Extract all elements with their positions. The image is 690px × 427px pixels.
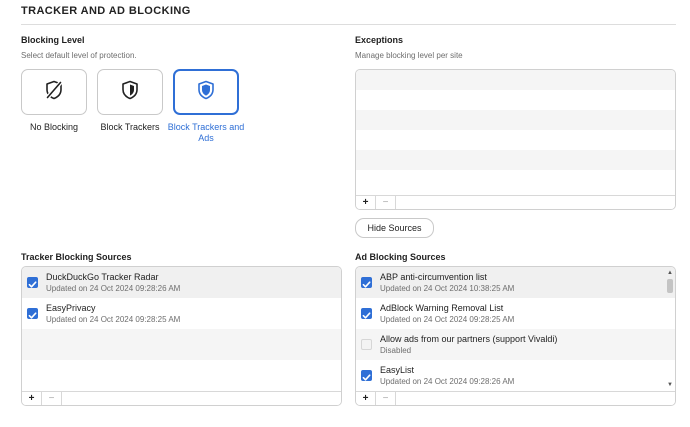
section-title: TRACKER AND AD BLOCKING [21, 5, 191, 17]
ad-sources-toolbar: + − [356, 391, 675, 405]
source-updated: Updated on 24 Oct 2024 09:28:25 AM [46, 315, 181, 324]
tracker-sources-heading: Tracker Blocking Sources [21, 252, 132, 262]
block-trackers-and-ads-label: Block Trackers and Ads [167, 122, 245, 143]
add-ad-source-button[interactable]: + [356, 392, 376, 405]
blocking-level-heading: Blocking Level [21, 35, 85, 45]
source-name: Allow ads from our partners (support Viv… [380, 334, 558, 344]
hide-sources-button[interactable]: Hide Sources [355, 218, 434, 238]
checkbox[interactable] [361, 308, 372, 319]
source-name: ABP anti-circumvention list [380, 272, 487, 282]
source-updated: Updated on 24 Oct 2024 09:28:26 AM [380, 377, 515, 386]
shield-off-icon [45, 80, 63, 105]
exceptions-subtitle: Manage blocking level per site [355, 51, 463, 60]
tracker-sources-list[interactable]: DuckDuckGo Tracker Radar Updated on 24 O… [21, 266, 342, 406]
exceptions-empty-row [356, 70, 675, 90]
blocking-level-subtitle: Select default level of protection. [21, 51, 137, 60]
ad-sources-list[interactable]: ABP anti-circumvention list Updated on 2… [355, 266, 676, 406]
exceptions-heading: Exceptions [355, 35, 404, 45]
no-blocking-option[interactable] [21, 69, 87, 115]
ad-sources-heading: Ad Blocking Sources [355, 252, 446, 262]
list-item[interactable]: EasyPrivacy Updated on 24 Oct 2024 09:28… [22, 298, 341, 329]
block-trackers-option[interactable] [97, 69, 163, 115]
remove-exception-button[interactable]: − [376, 196, 396, 209]
source-updated: Disabled [380, 346, 412, 355]
exceptions-list[interactable]: + − [355, 69, 676, 210]
shield-half-icon [121, 80, 139, 105]
source-name: DuckDuckGo Tracker Radar [46, 272, 159, 282]
source-name: EasyPrivacy [46, 303, 96, 313]
checkbox[interactable] [361, 339, 372, 350]
list-item[interactable]: DuckDuckGo Tracker Radar Updated on 24 O… [22, 267, 341, 298]
empty-row [22, 329, 341, 360]
empty-row [22, 360, 341, 391]
list-item[interactable]: EasyList Updated on 24 Oct 2024 09:28:26… [356, 360, 675, 391]
exceptions-toolbar: + − [356, 195, 675, 209]
exceptions-empty-row [356, 150, 675, 170]
remove-ad-source-button[interactable]: − [376, 392, 396, 405]
list-item[interactable]: AdBlock Warning Removal List Updated on … [356, 298, 675, 329]
scroll-up-arrow-icon[interactable]: ▲ [666, 269, 674, 277]
tracker-sources-toolbar: + − [22, 391, 341, 405]
checkbox[interactable] [361, 370, 372, 381]
add-tracker-source-button[interactable]: + [22, 392, 42, 405]
exceptions-empty-row [356, 90, 675, 110]
remove-tracker-source-button[interactable]: − [42, 392, 62, 405]
list-item[interactable]: Allow ads from our partners (support Viv… [356, 329, 675, 360]
checkbox[interactable] [27, 308, 38, 319]
scroll-down-arrow-icon[interactable]: ▼ [666, 381, 674, 389]
scrollbar[interactable]: ▲ ▼ [666, 269, 674, 389]
shield-full-icon [197, 80, 215, 105]
source-name: EasyList [380, 365, 415, 375]
exceptions-empty-row [356, 130, 675, 150]
source-updated: Updated on 24 Oct 2024 09:28:26 AM [46, 284, 181, 293]
block-trackers-and-ads-option[interactable] [173, 69, 239, 115]
checkbox[interactable] [27, 277, 38, 288]
source-updated: Updated on 24 Oct 2024 09:28:25 AM [380, 315, 515, 324]
source-name: AdBlock Warning Removal List [380, 303, 504, 313]
section-divider [21, 24, 676, 25]
source-updated: Updated on 24 Oct 2024 10:38:25 AM [380, 284, 515, 293]
add-exception-button[interactable]: + [356, 196, 376, 209]
scrollbar-thumb[interactable] [667, 279, 673, 293]
checkbox[interactable] [361, 277, 372, 288]
list-item[interactable]: ABP anti-circumvention list Updated on 2… [356, 267, 675, 298]
exceptions-empty-row [356, 170, 675, 190]
exceptions-empty-row [356, 110, 675, 130]
